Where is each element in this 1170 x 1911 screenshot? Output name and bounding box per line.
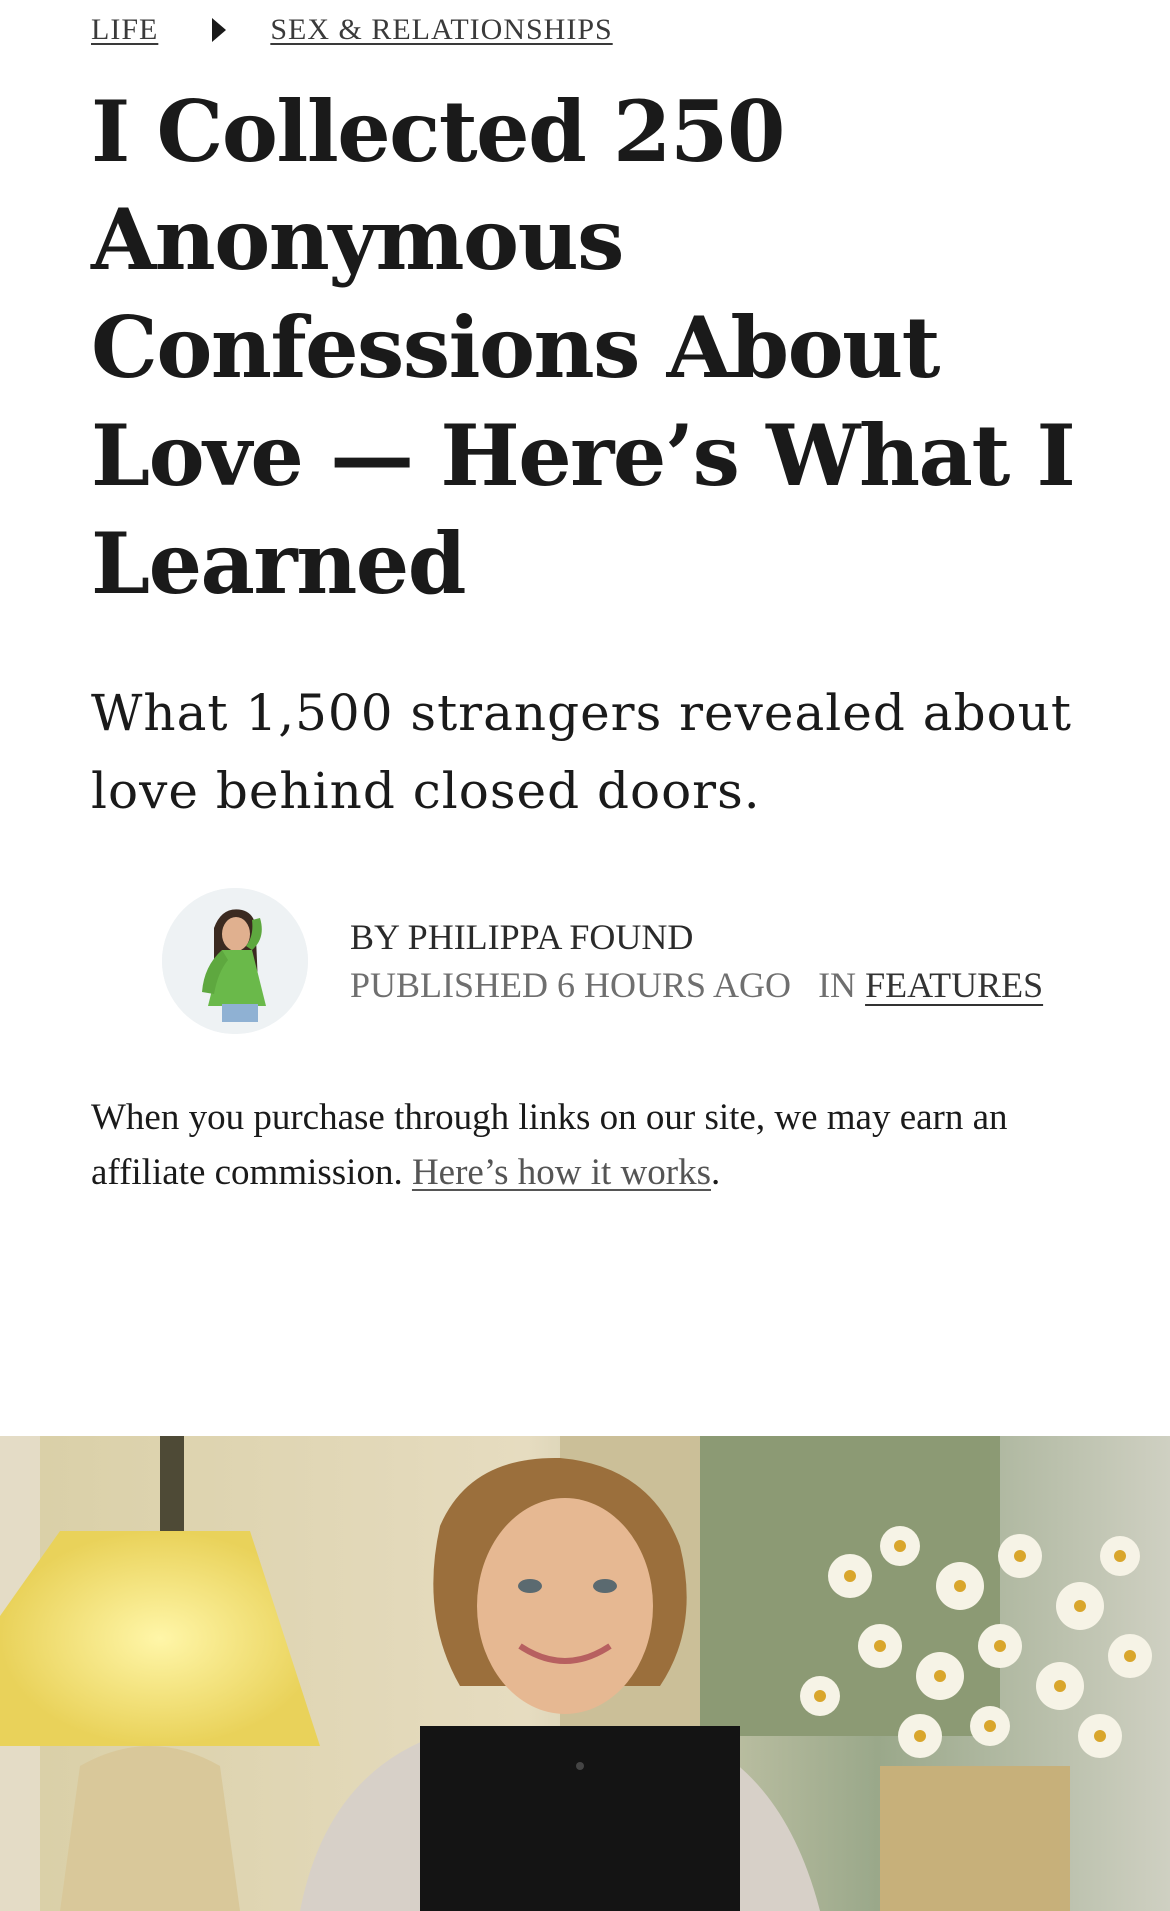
- caret-right-icon: [212, 18, 227, 42]
- in-label: IN: [818, 965, 857, 1005]
- published-time: PUBLISHED 6 HOURS AGO: [350, 965, 792, 1005]
- affiliate-disclosure: When you purchase through links on our s…: [91, 1090, 1091, 1200]
- hero-image: [0, 1436, 1170, 1911]
- author-name[interactable]: BY PHILIPPA FOUND: [350, 913, 1043, 961]
- features-section-link[interactable]: FEATURES: [865, 965, 1043, 1005]
- author-avatar[interactable]: [162, 888, 308, 1034]
- article-title: I Collected 250 Anonymous Confessions Ab…: [91, 82, 1076, 613]
- hero-photo: [0, 1436, 1170, 1911]
- byline: BY PHILIPPA FOUND PUBLISHED 6 HOURS AGO …: [162, 888, 1043, 1034]
- how-it-works-link[interactable]: Here’s how it works: [412, 1152, 711, 1193]
- author-photo: [162, 888, 308, 1034]
- breadcrumb-sex-relationships-link[interactable]: SEX & RELATIONSHIPS: [270, 13, 612, 47]
- affiliate-end: .: [711, 1152, 721, 1193]
- article-subtitle: What 1,500 strangers revealed about love…: [91, 684, 1072, 820]
- breadcrumb: LIFE SEX & RELATIONSHIPS: [91, 10, 613, 50]
- breadcrumb-life-link[interactable]: LIFE: [91, 13, 158, 47]
